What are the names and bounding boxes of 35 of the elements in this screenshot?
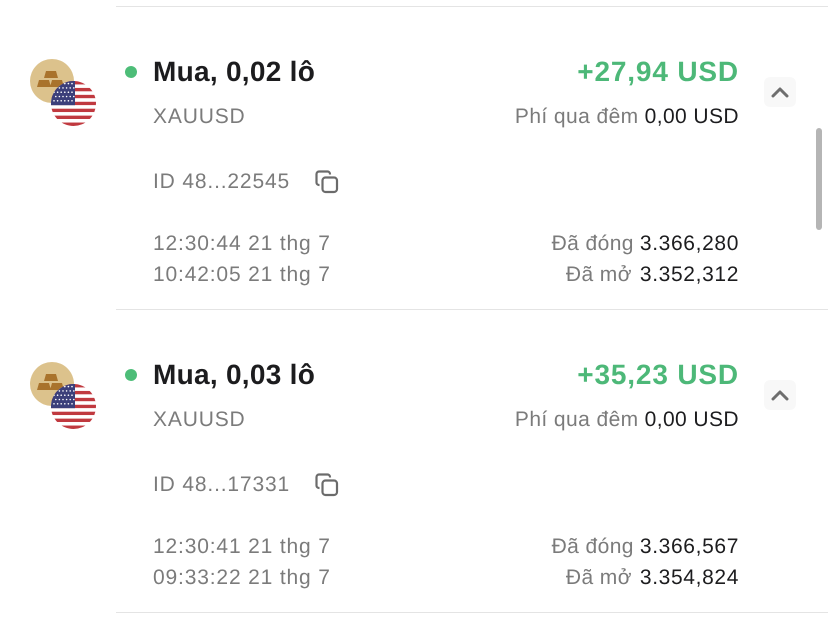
closed-label: Đã đóng	[552, 231, 634, 257]
opened-price: 3.354,824	[640, 565, 739, 591]
symbol-label: XAUUSD	[153, 408, 246, 431]
opened-label: Đã mở	[566, 565, 632, 591]
chevron-icon	[770, 86, 790, 98]
copy-icon[interactable]	[315, 473, 340, 497]
swap-label: Phí qua đêm	[514, 104, 639, 130]
close-time: 12:30:41 21 thg 7	[153, 535, 331, 558]
trade-title: Mua, 0,03 lô	[153, 358, 316, 392]
swap-label: Phí qua đêm	[514, 407, 639, 433]
closed-price: 3.366,280	[640, 231, 739, 257]
chevron-icon	[770, 389, 790, 401]
opened-label: Đã mở	[566, 262, 632, 288]
opened-price: 3.352,312	[640, 262, 739, 288]
symbol-label: XAUUSD	[153, 105, 246, 128]
trade-id: ID 48...17331	[153, 472, 290, 498]
status-dot-icon	[125, 369, 137, 381]
swap-value: 0,00 USD	[644, 104, 739, 130]
close-time: 12:30:44 21 thg 7	[153, 232, 331, 255]
closed-price: 3.366,567	[640, 534, 739, 560]
swap-value: 0,00 USD	[644, 407, 739, 433]
collapse-button[interactable]	[764, 77, 796, 107]
profit-amount: +35,23 USD	[577, 358, 739, 392]
status-dot-icon	[125, 66, 137, 78]
profit-amount: +27,94 USD	[577, 55, 739, 89]
us-flag-icon	[51, 81, 96, 126]
trade-title: Mua, 0,02 lô	[153, 55, 316, 89]
trade-id: ID 48...22545	[153, 169, 290, 195]
copy-icon[interactable]	[315, 170, 340, 194]
open-time: 09:33:22 21 thg 7	[153, 566, 331, 589]
open-time: 10:42:05 21 thg 7	[153, 263, 331, 286]
us-flag-icon	[51, 384, 96, 429]
closed-label: Đã đóng	[552, 534, 634, 560]
collapse-button[interactable]	[764, 380, 796, 410]
scrollbar[interactable]	[816, 128, 822, 230]
